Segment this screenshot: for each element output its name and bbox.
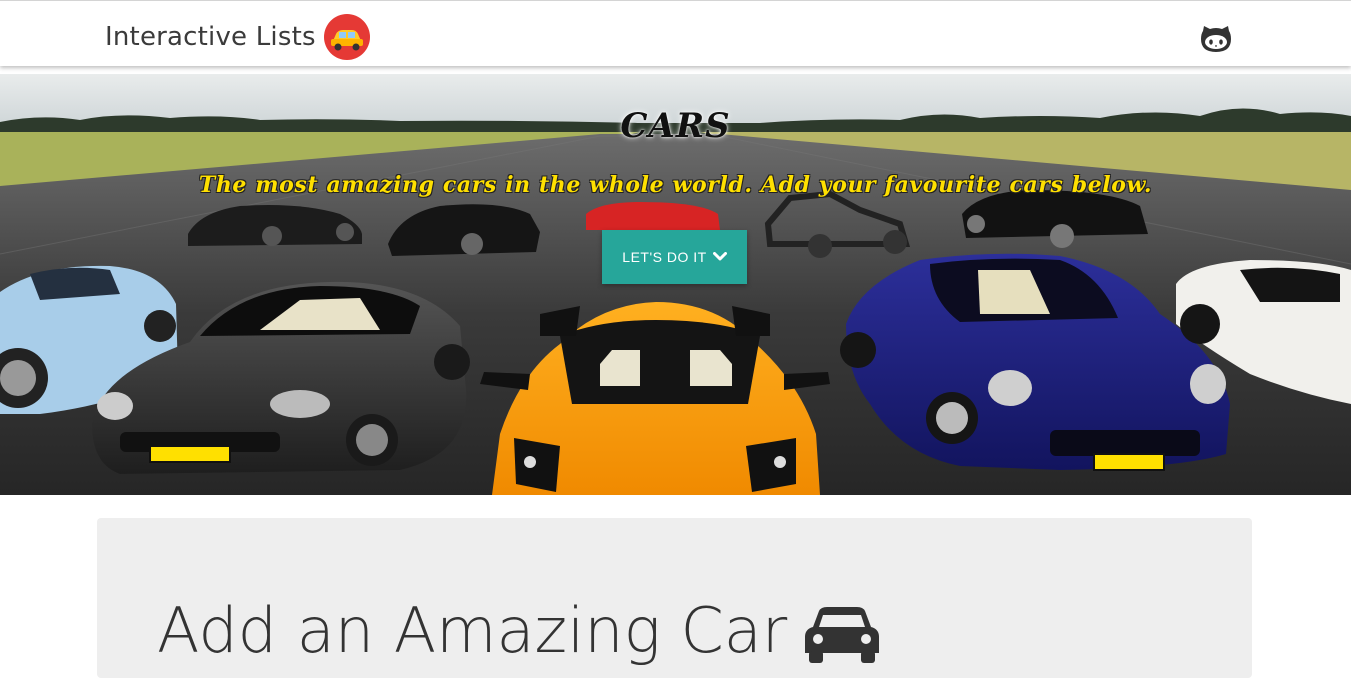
hero-banner: CARS The most amazing cars in the whole … [0, 74, 1351, 495]
hero-title: CARS [620, 106, 731, 146]
github-icon[interactable] [1200, 25, 1232, 53]
car-logo-icon [323, 14, 370, 60]
navbar: Interactive Lists [0, 0, 1351, 66]
brand-text: Interactive Lists [105, 22, 316, 52]
chevron-down-icon [712, 252, 727, 261]
cta-label: LET'S DO IT [622, 249, 707, 265]
add-car-card: Add an Amazing Car [97, 518, 1252, 678]
card-heading: Add an Amazing Car [157, 594, 880, 667]
card-title: Add an Amazing Car [157, 594, 788, 667]
car-icon [805, 606, 880, 663]
lets-do-it-button[interactable]: LET'S DO IT [602, 230, 747, 284]
hero-subtitle: The most amazing cars in the whole world… [198, 172, 1153, 198]
brand-link[interactable]: Interactive Lists [105, 14, 370, 60]
